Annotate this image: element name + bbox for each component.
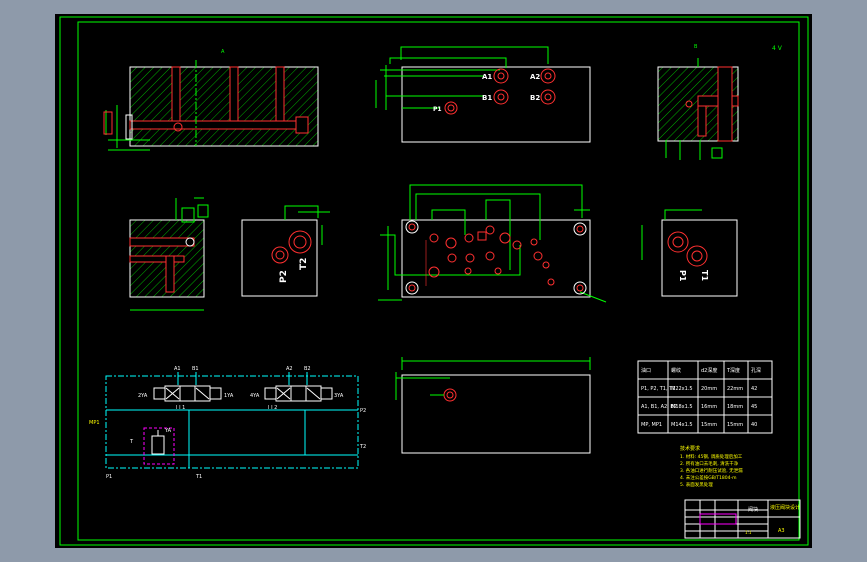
title-block-title: 液压阀块设计 bbox=[770, 504, 800, 511]
svg-text:A2: A2 bbox=[286, 366, 293, 372]
table-cell: 40 bbox=[751, 422, 757, 428]
svg-text:2YA: 2YA bbox=[138, 393, 148, 399]
svg-text:1YA: 1YA bbox=[224, 393, 234, 399]
svg-text:A1: A1 bbox=[174, 366, 181, 372]
table-cell: M18x1.5 bbox=[671, 404, 693, 410]
notes-heading: 技术要求 bbox=[680, 445, 700, 452]
table-header-cell: 螺纹 bbox=[671, 367, 681, 374]
table-cell: M14x1.5 bbox=[671, 422, 693, 428]
title-block-name: 阀块 bbox=[748, 506, 758, 513]
svg-text:B1: B1 bbox=[192, 366, 199, 372]
title-block-sheet: A3 bbox=[778, 528, 785, 534]
title-block-scale: 1:1 bbox=[745, 530, 752, 535]
table-cell: 15mm bbox=[701, 422, 717, 428]
table-header-cell: 孔深 bbox=[751, 367, 761, 374]
notes-line: 5. 表面发黑处理 bbox=[680, 481, 713, 488]
notes-line: 2. 所有油口去毛刺, 清洗干净 bbox=[680, 460, 739, 467]
notes-line: 4. 未注公差按GB/T1804-m bbox=[680, 474, 737, 481]
svg-text:YA: YA bbox=[164, 428, 172, 434]
table-header-cell: T深度 bbox=[726, 367, 740, 374]
table-cell: 45 bbox=[751, 404, 757, 410]
table-cell: 42 bbox=[751, 386, 757, 392]
table-cell: 16mm bbox=[701, 404, 717, 410]
svg-text:B2: B2 bbox=[530, 94, 540, 102]
svg-text:B1: B1 bbox=[482, 94, 492, 102]
svg-text:3YA: 3YA bbox=[334, 393, 344, 399]
table-cell: 22mm bbox=[727, 386, 743, 392]
drawing-canvas: 4 V A A1 A2 B1 B2 P1 B P2 T2 P1 T1 YA A1… bbox=[55, 14, 812, 548]
svg-text:P2: P2 bbox=[360, 408, 366, 414]
sheet-mark-top-right: 4 V bbox=[772, 45, 783, 52]
port-label-p1: P1 bbox=[678, 270, 687, 282]
svg-text:B2: B2 bbox=[304, 366, 311, 372]
svg-text:4YA: 4YA bbox=[250, 393, 260, 399]
view-label-a: A bbox=[221, 49, 225, 55]
svg-text:T1: T1 bbox=[195, 474, 202, 480]
notes-line: 1. 材料: 45钢, 调质处理后加工 bbox=[680, 453, 743, 460]
notes-line: 3. 各油口进行耐压试验, 无泄漏 bbox=[680, 467, 743, 474]
svg-text:T2: T2 bbox=[359, 444, 366, 450]
cad-viewport[interactable]: 4 V A A1 A2 B1 B2 P1 B P2 T2 P1 T1 YA A1… bbox=[0, 0, 867, 562]
table-cell: 18mm bbox=[727, 404, 743, 410]
table-cell: M22x1.5 bbox=[671, 386, 693, 392]
table-cell: MP, MP1 bbox=[641, 422, 662, 428]
view-label-b: B bbox=[694, 44, 698, 50]
table-header-cell: d2深度 bbox=[701, 367, 717, 374]
svg-text:P1: P1 bbox=[106, 474, 112, 480]
svg-text:P1: P1 bbox=[433, 106, 442, 113]
svg-text:MP1: MP1 bbox=[89, 420, 100, 426]
port-label-t2: T2 bbox=[299, 258, 309, 270]
svg-text:A2: A2 bbox=[530, 73, 540, 81]
svg-text:I I 1: I I 1 bbox=[176, 405, 185, 411]
table-cell: 20mm bbox=[701, 386, 717, 392]
svg-text:A1: A1 bbox=[482, 73, 492, 81]
table-cell: 15mm bbox=[727, 422, 743, 428]
port-label-t1: T1 bbox=[700, 270, 709, 281]
svg-text:I I 2: I I 2 bbox=[268, 405, 277, 411]
port-label-p2: P2 bbox=[279, 270, 289, 283]
table-header-cell: 油口 bbox=[641, 367, 651, 374]
